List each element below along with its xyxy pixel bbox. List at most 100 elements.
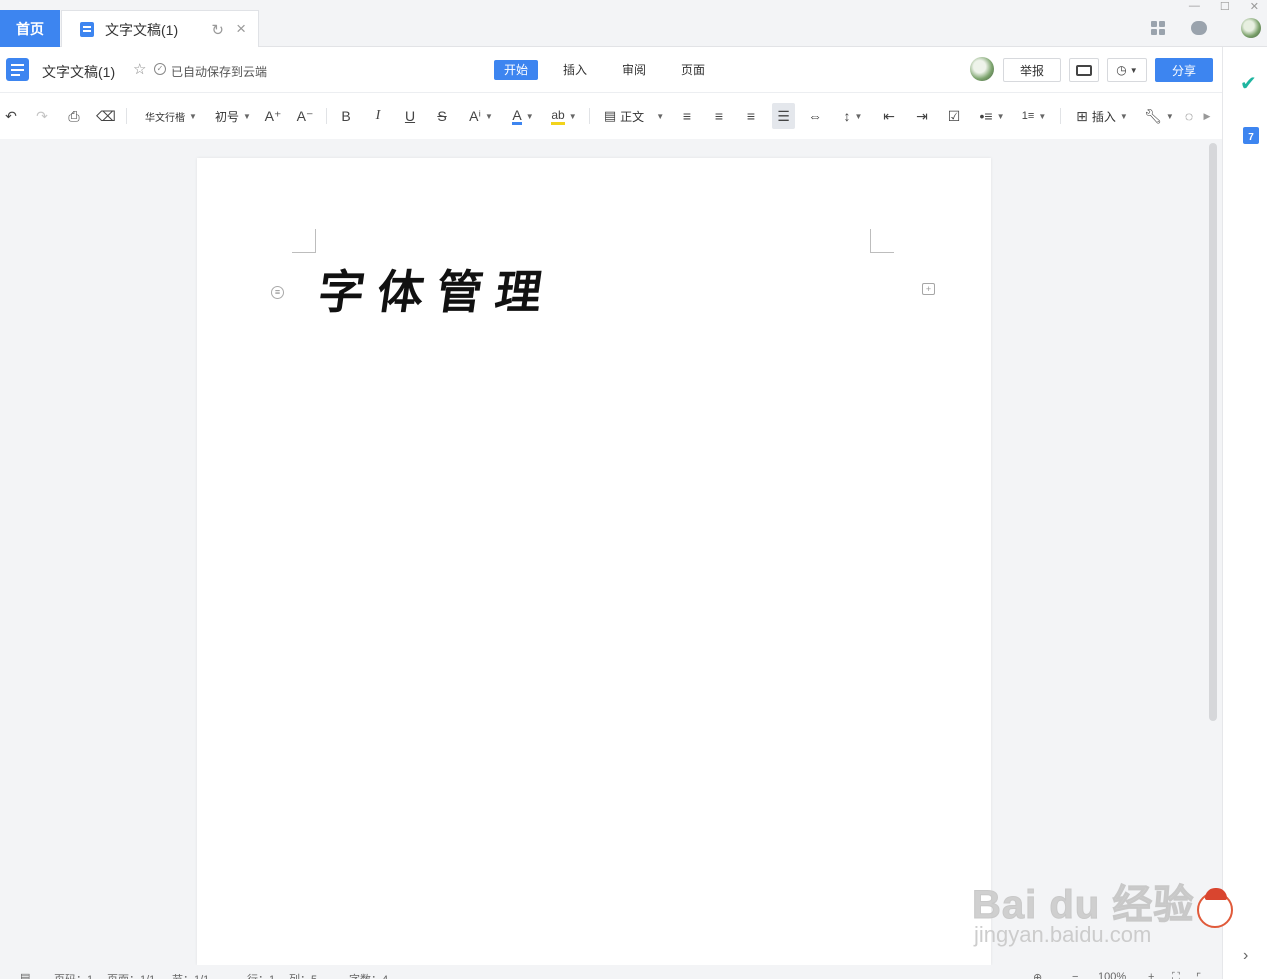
highlight-icon: ab xyxy=(551,108,565,125)
distributed-align-icon[interactable]: ⇔ xyxy=(806,103,824,129)
increase-indent-icon[interactable]: ⇥ xyxy=(913,103,931,129)
task-check-icon[interactable]: ✔ xyxy=(1240,71,1257,96)
bold-button[interactable]: B xyxy=(337,103,355,129)
margin-corner-top-left xyxy=(292,229,316,253)
line-spacing-button[interactable]: ↕ ▼ xyxy=(838,103,868,129)
tab-insert[interactable]: 插入 xyxy=(553,60,597,80)
document-page[interactable]: ≡ 字体管理 + xyxy=(197,158,991,965)
document-header-bar: 文字文稿(1) ☆ ✓ 已自动保存到云端 开始 插入 审阅 页面 举报 ◷ ▼ 分… xyxy=(0,47,1222,93)
tab-bar-tools xyxy=(1151,18,1267,38)
grow-font-button[interactable]: A⁺ xyxy=(263,103,283,129)
eraser-icon[interactable]: ⌫ xyxy=(96,103,116,129)
zoom-out-button[interactable]: − xyxy=(1072,971,1078,979)
font-color-button[interactable]: A ▼ xyxy=(508,103,538,129)
window-close-icon[interactable]: ✕ xyxy=(1250,0,1259,13)
formatting-toolbar: ↶ ↷ ⎙ ⌫ 华文行楷 ▼ 初号 ▼ A⁺ A⁻ B I U S Aⁱ ▼ A ▼ a… xyxy=(0,93,1222,139)
tab-review[interactable]: 审阅 xyxy=(612,60,656,80)
video-icon xyxy=(1076,64,1092,76)
align-left-icon[interactable]: ≡ xyxy=(678,103,696,129)
reload-icon[interactable]: ↻ xyxy=(211,21,224,39)
user-avatar-small[interactable] xyxy=(1241,18,1261,38)
paragraph-style-select[interactable]: ▤ 正文 ▼ xyxy=(600,103,668,129)
tab-home[interactable]: 首页 xyxy=(0,10,60,47)
strikethrough-button[interactable]: S xyxy=(433,103,451,129)
window-controls: — ☐ ✕ xyxy=(1189,0,1259,13)
chat-icon[interactable] xyxy=(1191,21,1207,35)
text-effect-icon: Aⁱ xyxy=(469,107,481,124)
share-button[interactable]: 分享 xyxy=(1155,58,1213,82)
apps-grid-icon[interactable] xyxy=(1151,21,1165,35)
chevron-right-icon[interactable]: › xyxy=(1243,947,1248,965)
doc-logo-icon[interactable] xyxy=(6,58,29,81)
margin-corner-top-right xyxy=(870,229,894,253)
vertical-scrollbar[interactable] xyxy=(1209,143,1217,721)
clock-icon: ◷ xyxy=(1116,63,1127,77)
status-word-count[interactable]: 字数：4 xyxy=(349,971,388,979)
line-spacing-icon: ↕ xyxy=(843,108,851,124)
status-bar: ▤ 页码：1 页面：1/1 节：1/1 行：1 列：5 字数：4 ⊕ − 100… xyxy=(0,965,1222,979)
fullscreen-icon[interactable]: ⌜ xyxy=(1196,971,1201,979)
insert-button[interactable]: ⊞ 插入 ▼ xyxy=(1071,103,1133,129)
status-col: 列：5 xyxy=(289,971,317,979)
status-section: 节：1/1 xyxy=(172,971,209,979)
zoom-level[interactable]: 100% xyxy=(1098,971,1126,979)
bullet-list-button[interactable]: •≡ ▼ xyxy=(977,103,1007,129)
paragraph-handle-icon[interactable]: ≡ xyxy=(271,286,284,299)
save-status: 已自动保存到云端 xyxy=(171,65,268,79)
video-button[interactable] xyxy=(1069,58,1099,82)
shrink-font-button[interactable]: A⁻ xyxy=(295,103,315,129)
tools-button[interactable]: 🔧︎ ▼ xyxy=(1143,103,1175,129)
add-comment-icon[interactable]: + xyxy=(922,283,935,295)
highlight-button[interactable]: ab ▼ xyxy=(549,103,579,129)
redo-icon[interactable]: ↷ xyxy=(34,103,50,129)
user-avatar[interactable] xyxy=(970,57,994,81)
close-icon[interactable]: × xyxy=(236,19,246,39)
fit-page-icon[interactable]: ⛶ xyxy=(1172,971,1180,979)
tab-start[interactable]: 开始 xyxy=(494,60,539,80)
history-button[interactable]: ◷ ▼ xyxy=(1107,58,1147,82)
document-heading[interactable]: 字体管理 xyxy=(314,256,559,322)
undo-icon[interactable]: ↶ xyxy=(3,103,19,129)
maximize-icon[interactable]: ☐ xyxy=(1220,0,1230,13)
status-row: 行：1 xyxy=(247,971,275,979)
minimize-icon[interactable]: — xyxy=(1189,0,1200,13)
toolbar-scroll-right-icon[interactable]: ▶ xyxy=(1202,103,1212,129)
tab-document-title: 文字文稿(1) xyxy=(105,21,179,38)
checkbox-list-icon[interactable]: ☑ xyxy=(945,103,963,129)
format-painter-icon[interactable]: ⎙ xyxy=(65,103,83,129)
insert-icon: ⊞ xyxy=(1076,107,1088,124)
search-icon[interactable]: ◌ xyxy=(1184,103,1194,129)
align-right-icon[interactable]: ≡ xyxy=(742,103,760,129)
tab-page[interactable]: 页面 xyxy=(671,60,715,80)
numbered-list-button[interactable]: 1≡ ▼ xyxy=(1019,103,1049,129)
report-button[interactable]: 举报 xyxy=(1003,58,1061,82)
decrease-indent-icon[interactable]: ⇤ xyxy=(880,103,898,129)
document-canvas[interactable]: ≡ 字体管理 + xyxy=(0,139,1222,965)
font-color-icon: A xyxy=(512,106,522,125)
underline-button[interactable]: U xyxy=(401,103,419,129)
calendar-icon[interactable]: 7 xyxy=(1243,127,1259,144)
italic-button[interactable]: I xyxy=(369,103,387,129)
ribbon-menu-tabs: 开始 插入 审阅 页面 xyxy=(494,60,724,80)
numbered-list-icon: 1≡ xyxy=(1021,110,1035,122)
zoom-in-button[interactable]: + xyxy=(1148,971,1154,979)
star-icon[interactable]: ☆ xyxy=(133,60,146,78)
globe-icon[interactable]: ⊕ xyxy=(1033,971,1042,979)
cloud-saved-check-icon: ✓ xyxy=(154,63,166,75)
chevron-down-icon: ▼ xyxy=(1129,65,1138,75)
align-center-icon[interactable]: ≡ xyxy=(710,103,728,129)
bullet-list-icon: •≡ xyxy=(979,108,993,124)
style-icon: ▤ xyxy=(603,108,617,123)
doc-stat-icon[interactable]: ▤ xyxy=(20,971,30,979)
status-pages: 页面：1/1 xyxy=(107,971,155,979)
font-size-select[interactable]: 初号 ▼ xyxy=(212,103,254,129)
status-page-number: 页码：1 xyxy=(54,971,93,979)
align-justify-icon[interactable]: ☰ xyxy=(772,103,795,129)
tab-document[interactable]: 文字文稿(1) ↻ × xyxy=(61,10,259,48)
font-name-select[interactable]: 华文行楷 ▼ xyxy=(138,103,204,129)
text-effect-button[interactable]: Aⁱ ▼ xyxy=(466,103,496,129)
title-tab-bar: 首页 文字文稿(1) ↻ × — ☐ ✕ xyxy=(0,0,1267,48)
document-name[interactable]: 文字文稿(1) xyxy=(42,62,115,82)
document-icon xyxy=(80,22,94,37)
wrench-icon: 🔧︎ xyxy=(1144,107,1162,124)
